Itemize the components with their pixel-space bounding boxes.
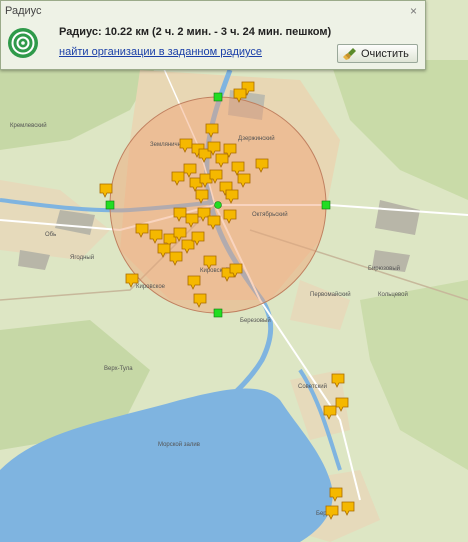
- radius-text: Радиус: 10.22 км (2 ч. 2 мин. - 3 ч. 24 …: [59, 26, 332, 38]
- radius-center-handle[interactable]: [214, 201, 222, 209]
- map-label: Кольцевой: [378, 291, 408, 298]
- radius-handle-top[interactable]: [213, 92, 223, 102]
- map-label: Бирюзовый: [368, 265, 400, 272]
- clear-button-label: Очистить: [361, 48, 409, 60]
- radius-handle-left[interactable]: [105, 200, 115, 210]
- broom-icon: [343, 48, 356, 60]
- map-label: Октябрьский: [252, 211, 288, 218]
- radius-handle-right[interactable]: [321, 200, 331, 210]
- radar-icon: [8, 28, 38, 58]
- map-label: Советский: [298, 383, 327, 390]
- map-label: Кировское: [136, 284, 166, 290]
- map-label: Морской залив: [158, 441, 200, 448]
- radius-panel: Радиус × Радиус: 10.22 км (2 ч. 2 мин. -…: [0, 0, 426, 70]
- map-label: Верх-Тула: [104, 366, 133, 372]
- close-icon[interactable]: ×: [410, 4, 417, 18]
- map-label: Дзержинский: [238, 135, 275, 142]
- map-label: Ягодный: [70, 254, 94, 261]
- map-label: Кремлевский: [10, 122, 47, 129]
- panel-title: Радиус: [5, 5, 42, 17]
- map-label: Обь: [45, 232, 56, 238]
- map-label: Березовый: [240, 317, 271, 324]
- find-organizations-link[interactable]: найти организации в заданном радиусе: [59, 46, 262, 58]
- clear-button[interactable]: Очистить: [337, 44, 418, 63]
- radius-handle-bottom[interactable]: [213, 308, 223, 318]
- map[interactable]: Кремлевский Земляничный Дзержинский Октя…: [0, 0, 468, 542]
- map-label: Первомайский: [310, 291, 351, 298]
